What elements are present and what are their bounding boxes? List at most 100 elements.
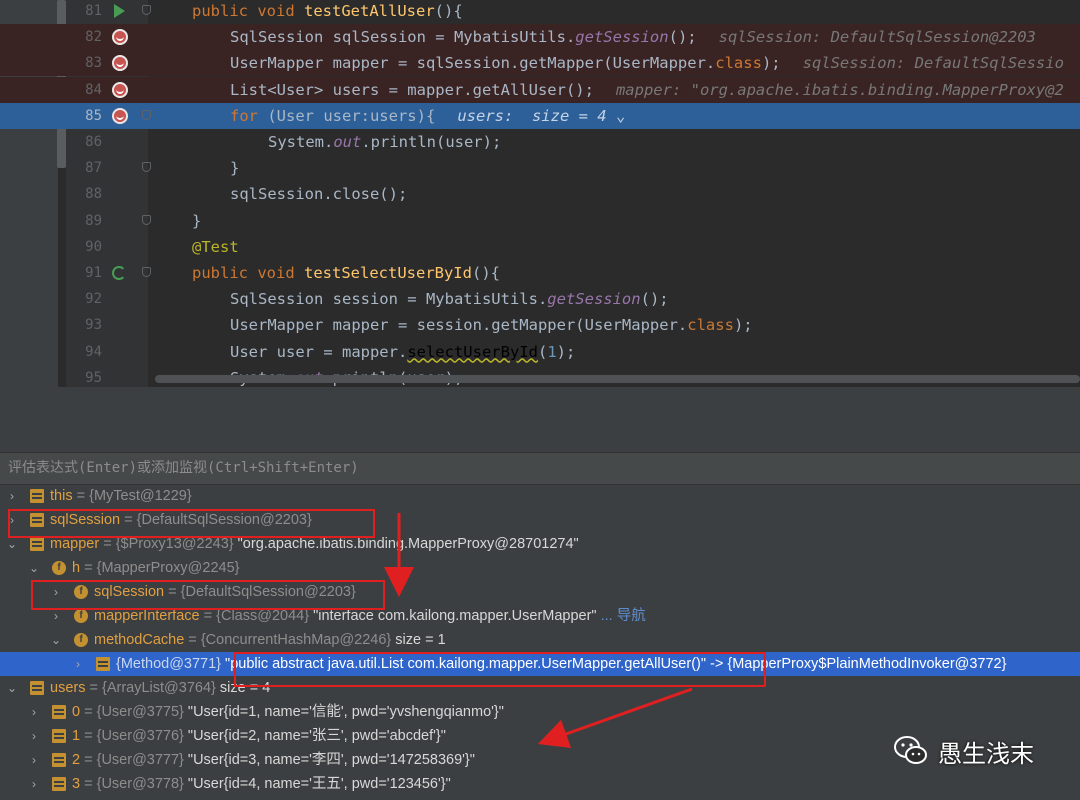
variable-text: 3 = {User@3778} "User{id=4, name='王五', p… <box>72 772 451 796</box>
variable-name: 3 <box>72 776 81 792</box>
code-token: public <box>192 264 258 282</box>
line-number[interactable]: 94 <box>66 339 102 365</box>
line-number[interactable]: 82 <box>66 24 102 50</box>
variable-icon <box>52 777 66 791</box>
fold-marker-icon[interactable] <box>142 214 151 225</box>
code-text: UserMapper mapper = sqlSession.getMapper… <box>230 50 1064 76</box>
code-line[interactable]: 90 @Test <box>0 234 1080 260</box>
breakpoint-icon[interactable] <box>112 29 128 46</box>
variable-row[interactable]: › 3 = {User@3778} "User{id=4, name='王五', … <box>0 772 1080 796</box>
code-line[interactable]: 88 sqlSession.close(); <box>0 181 1080 207</box>
code-line[interactable]: 86 System.out.println(user); <box>0 129 1080 155</box>
equals-sign: = <box>99 536 116 552</box>
variable-ref: {MyTest@1229} <box>89 488 192 504</box>
code-text: SqlSession session = MybatisUtils.getSes… <box>230 286 669 312</box>
chevron-right-icon[interactable]: › <box>72 652 84 676</box>
equals-sign: = <box>80 728 97 744</box>
variable-ref: {Class@2044} <box>216 608 310 624</box>
run-test-icon[interactable] <box>114 4 125 18</box>
debugger-toolbar <box>0 419 1080 471</box>
variable-value: "User{id=3, name='李四', pwd='147258369'}" <box>183 752 475 768</box>
code-line[interactable]: 81 public void testGetAllUser(){ <box>0 0 1080 24</box>
fold-marker-icon[interactable] <box>142 5 151 15</box>
variable-value: "User{id=1, name='信能', pwd='yvshengqianm… <box>183 704 504 720</box>
chevron-down-icon[interactable]: ⌄ <box>6 676 18 700</box>
variable-name: mapper <box>50 536 100 552</box>
variable-ref: {User@3778} <box>96 776 184 792</box>
line-number[interactable]: 95 <box>66 365 102 387</box>
code-token: } <box>192 211 202 230</box>
chevron-right-icon[interactable]: › <box>6 484 18 508</box>
equals-sign: = <box>80 752 97 768</box>
evaluate-expression-bar[interactable]: 评估表达式(Enter)或添加监视(Ctrl+Shift+Enter) <box>0 452 1080 485</box>
line-number[interactable]: 86 <box>66 129 102 155</box>
line-number[interactable]: 90 <box>66 234 102 260</box>
inline-debug-value[interactable]: sqlSession: DefaultSqlSession@2203 <box>719 28 1036 46</box>
code-token: (User user:users){ <box>267 106 436 125</box>
variable-row[interactable]: ⌄ f methodCache = {ConcurrentHashMap@2246}… <box>0 628 1080 652</box>
variable-value: "User{id=2, name='张三', pwd='abcdef'}" <box>183 728 446 744</box>
variable-row[interactable]: ⌄ f h = {MapperProxy@2245} <box>0 556 1080 580</box>
code-line[interactable]: 89} <box>0 208 1080 234</box>
code-token: getSession <box>547 290 641 309</box>
line-number[interactable]: 93 <box>66 312 102 338</box>
line-number[interactable]: 91 <box>66 260 102 286</box>
variable-ref: {MapperProxy@2245} <box>96 560 240 576</box>
fold-marker-icon[interactable] <box>142 109 151 120</box>
code-line[interactable]: 93 UserMapper mapper = session.getMapper(… <box>0 312 1080 338</box>
code-token: 1 <box>547 342 557 361</box>
current-execution-line[interactable]: 85 for (User user:users){users: size = 4 … <box>0 102 1080 129</box>
code-line[interactable]: 83 UserMapper mapper = sqlSession.getMapp… <box>0 50 1080 77</box>
chevron-right-icon[interactable]: › <box>28 748 40 772</box>
line-number[interactable]: 85 <box>66 103 102 129</box>
breakpoint-icon[interactable] <box>112 81 128 98</box>
line-number[interactable]: 88 <box>66 181 102 207</box>
code-text: sqlSession.close(); <box>230 181 407 207</box>
chevron-right-icon[interactable]: › <box>28 772 40 796</box>
variable-row[interactable]: › 0 = {User@3775} "User{id=1, name='信能', … <box>0 700 1080 724</box>
fold-marker-icon[interactable] <box>142 162 151 173</box>
variable-name: methodCache <box>94 632 185 648</box>
code-text: UserMapper mapper = session.getMapper(Us… <box>230 312 753 338</box>
fold-marker-icon[interactable] <box>142 267 151 277</box>
code-text: for (User user:users){users: size = 4 ⌄ <box>230 103 625 129</box>
code-line[interactable]: 92 SqlSession session = MybatisUtils.getS… <box>0 286 1080 312</box>
code-text: @Test <box>192 234 239 260</box>
code-token: } <box>230 159 240 178</box>
line-number[interactable]: 83 <box>66 50 102 76</box>
highlight-box-sqlsession <box>8 509 375 538</box>
code-line[interactable]: 94 User user = mapper.selectUserById(1); <box>0 339 1080 365</box>
field-f-icon: f <box>52 561 66 575</box>
field-f-icon: f <box>74 609 88 623</box>
chevron-right-icon[interactable]: › <box>28 724 40 748</box>
chevron-right-icon[interactable]: › <box>28 700 40 724</box>
breakpoint-icon[interactable] <box>112 55 128 72</box>
line-number[interactable]: 87 <box>66 155 102 181</box>
variable-name: users <box>50 680 86 696</box>
inline-debug-value[interactable]: mapper: "org.apache.ibatis.binding.Mappe… <box>616 81 1064 99</box>
inline-debug-value[interactable]: sqlSession: DefaultSqlSessio <box>803 54 1064 72</box>
inline-debug-value[interactable]: users: size = 4 ⌄ <box>457 107 625 125</box>
chevron-down-icon[interactable]: ⌄ <box>28 556 40 580</box>
line-number[interactable]: 89 <box>66 208 102 234</box>
code-editor[interactable]: 81 public void testGetAllUser(){82 SqlSess… <box>0 0 1080 387</box>
chevron-down-icon[interactable]: ⌄ <box>50 628 62 652</box>
watermark-text: 愚生浅末 <box>938 739 1034 768</box>
line-number[interactable]: 92 <box>66 286 102 312</box>
variable-ref: {$Proxy13@2243} <box>115 536 234 552</box>
code-line[interactable]: 91 public void testSelectUserById(){ <box>0 260 1080 286</box>
loading-icon[interactable] <box>112 266 126 280</box>
code-line[interactable]: 82 SqlSession sqlSession = MybatisUtils.g… <box>0 24 1080 51</box>
code-line[interactable]: 87} <box>0 155 1080 181</box>
line-number[interactable]: 81 <box>66 0 102 24</box>
code-token: List<User> users = mapper.getAllUser(); <box>230 80 594 99</box>
evaluate-expression-input[interactable]: 评估表达式(Enter)或添加监视(Ctrl+Shift+Enter) <box>8 453 359 484</box>
breakpoint-icon[interactable] <box>112 107 128 124</box>
editor-horizontal-scrollbar[interactable] <box>155 375 1080 383</box>
navigate-link[interactable]: ... 导航 <box>597 608 646 624</box>
code-token: testSelectUserById <box>304 264 472 282</box>
line-number[interactable]: 84 <box>66 77 102 103</box>
code-line[interactable]: 84 List<User> users = mapper.getAllUser()… <box>0 76 1080 103</box>
variable-row[interactable]: › this = {MyTest@1229} <box>0 484 1080 508</box>
code-token: UserMapper mapper = sqlSession.getMapper… <box>230 54 716 73</box>
